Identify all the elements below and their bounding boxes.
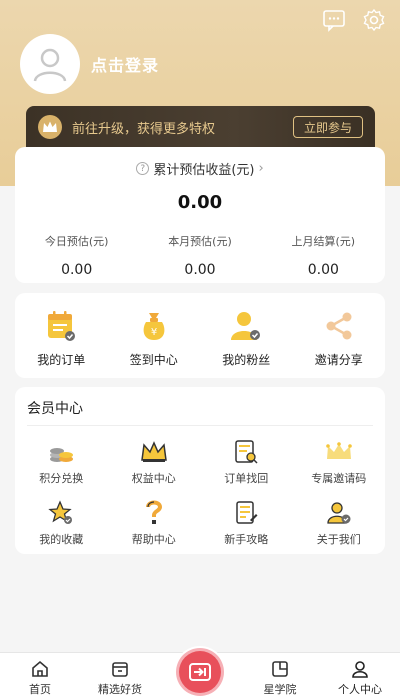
guide-icon [231,498,261,528]
money-bag-icon: ¥ [135,307,173,345]
earnings-today-value: 0.00 [61,262,93,278]
tab-home-label: 首页 [29,683,51,696]
member-item-invite-code[interactable]: 专属邀请码 [293,437,386,486]
avatar[interactable] [20,34,80,94]
quick-item-share[interactable]: 邀请分享 [293,293,386,378]
member-label-guide: 新手攻略 [224,533,269,546]
vip-upgrade-text: 前往升级，获得更多特权 [72,121,216,137]
star-icon [46,498,76,528]
member-item-order-recovery[interactable]: 订单找回 [200,437,293,486]
earnings-title: 累计预估收益(元) [153,163,255,178]
order-search-icon [231,437,261,467]
tab-academy-label: 星学院 [263,683,297,696]
member-grid: 积分兑换 权益中心 订单找回 专属邀请码 我的收藏 帮助中心 新手攻略 关于我们 [15,437,385,547]
member-item-guide[interactable]: 新手攻略 [200,498,293,547]
tab-shop-label: 精选好货 [98,683,142,696]
earnings-breakdown: 今日预估(元) 0.00 本月预估(元) 0.00 上月结算(元) 0.00 [15,233,385,278]
quick-label-checkin: 签到中心 [129,353,178,367]
member-label-points: 积分兑换 [39,472,84,485]
center-action-button[interactable] [174,646,226,698]
academy-icon [269,659,291,679]
settings-icon[interactable] [362,8,386,32]
member-item-rights[interactable]: 权益中心 [108,437,201,486]
earnings-total: 0.00 [177,192,223,213]
earnings-last-month: 上月结算(元) 0.00 [262,233,385,278]
vip-join-button[interactable]: 立即参与 [292,116,363,138]
svg-text:¥: ¥ [151,327,157,338]
earnings-last-month-label: 上月结算(元) [291,235,356,248]
quick-item-fans[interactable]: 我的粉丝 [200,293,293,378]
quick-label-fans: 我的粉丝 [222,353,271,367]
question-icon [139,498,169,528]
earnings-month-value: 0.00 [184,262,216,278]
quick-item-orders[interactable]: 我的订单 [15,293,108,378]
member-label-about: 关于我们 [316,533,361,546]
shop-icon [109,659,131,679]
member-center-title: 会员中心 [27,401,83,417]
home-icon [29,659,51,679]
quick-label-share: 邀请分享 [314,353,363,367]
login-link[interactable]: 点击登录 [91,52,159,76]
crown-icon [139,437,169,467]
member-label-rights: 权益中心 [131,472,176,485]
quick-label-orders: 我的订单 [37,353,86,367]
tab-home[interactable]: 首页 [0,653,80,700]
tab-profile-label: 个人中心 [338,683,382,696]
earnings-today-label: 今日预估(元) [44,235,109,248]
quick-item-checkin[interactable]: ¥ 签到中心 [108,293,201,378]
share-icon [320,307,358,345]
member-label-favorites: 我的收藏 [39,533,84,546]
member-item-points[interactable]: 积分兑换 [15,437,108,486]
earnings-today: 今日预估(元) 0.00 [15,233,138,278]
divider [27,425,373,426]
message-icon[interactable] [322,8,346,32]
member-label-order-recovery: 订单找回 [224,472,269,485]
earnings-card: ? 累计预估收益(元) › 0.00 今日预估(元) 0.00 本月预估(元) … [15,147,385,283]
profile-icon [349,659,371,679]
member-center-card: 会员中心 积分兑换 权益中心 订单找回 专属邀请码 我的收藏 帮助中心 新手攻略… [15,387,385,554]
question-circle-icon[interactable]: ? [136,162,150,175]
earnings-last-month-value: 0.00 [307,262,339,278]
chevron-right-icon: › [258,161,264,176]
tab-shop[interactable]: 精选好货 [80,653,160,700]
center-action-icon [179,651,221,693]
earnings-month-label: 本月预估(元) [168,235,232,248]
member-label-invite-code: 专属邀请码 [311,472,367,485]
member-label-help: 帮助中心 [131,533,176,546]
vip-crown-icon [38,115,62,139]
earnings-month: 本月预估(元) 0.00 [138,233,261,278]
quick-actions-card: 我的订单 ¥ 签到中心 我的粉丝 邀请分享 [15,293,385,378]
about-user-icon [324,498,354,528]
member-item-favorites[interactable]: 我的收藏 [15,498,108,547]
member-item-about[interactable]: 关于我们 [293,498,386,547]
invite-crown-icon [324,437,354,467]
vip-upgrade-banner[interactable]: 前往升级，获得更多特权 立即参与 [26,106,375,148]
order-calendar-icon [42,307,80,345]
fans-user-icon [227,307,265,345]
member-item-help[interactable]: 帮助中心 [108,498,201,547]
tab-academy[interactable]: 星学院 [240,653,320,700]
tab-profile[interactable]: 个人中心 [320,653,400,700]
earnings-title-row[interactable]: ? 累计预估收益(元) › [15,159,385,178]
default-avatar-icon [33,48,67,82]
top-actions [322,8,386,32]
coins-icon [46,437,76,467]
